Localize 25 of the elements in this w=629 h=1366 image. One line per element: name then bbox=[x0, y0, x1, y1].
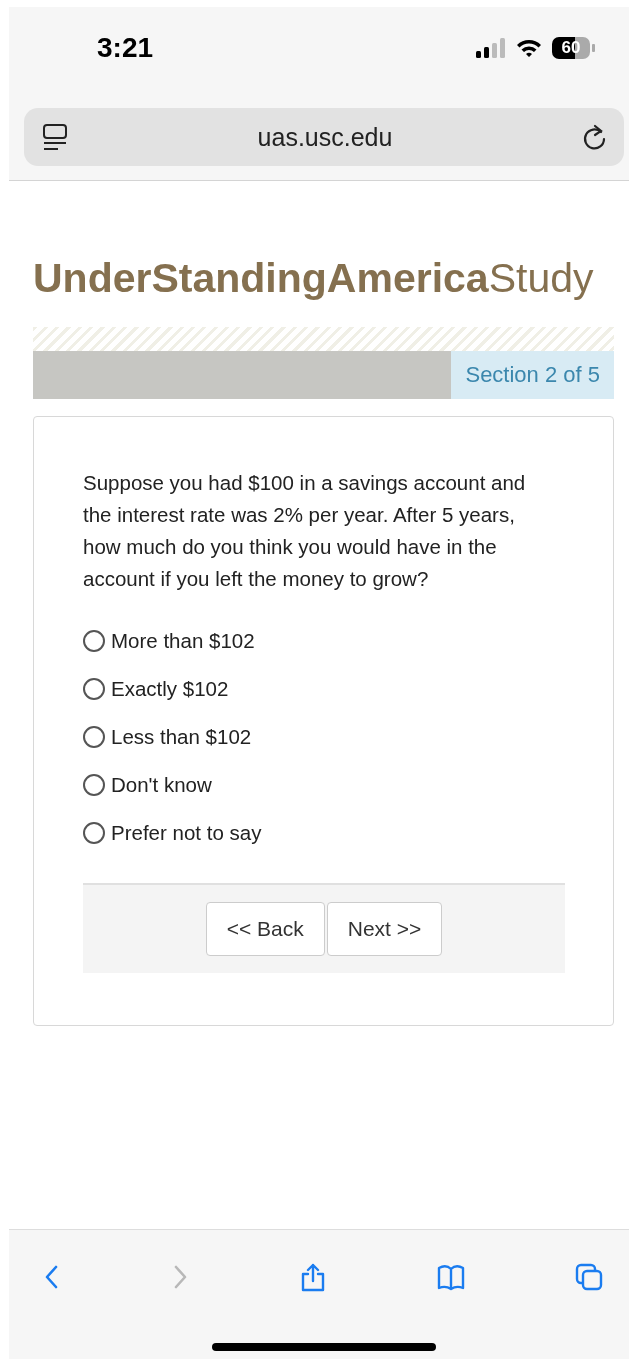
radio-button[interactable] bbox=[83, 774, 105, 796]
tabs-icon[interactable] bbox=[575, 1263, 603, 1291]
address-bar[interactable]: uas.usc.edu bbox=[24, 108, 624, 166]
option-label[interactable]: More than $102 bbox=[111, 629, 255, 653]
next-button[interactable]: Next >> bbox=[326, 902, 443, 956]
radio-button[interactable] bbox=[83, 678, 105, 700]
option-label[interactable]: Prefer not to say bbox=[111, 821, 262, 845]
book-icon[interactable] bbox=[437, 1263, 465, 1291]
option-label[interactable]: Less than $102 bbox=[111, 725, 252, 749]
reload-icon[interactable] bbox=[582, 123, 608, 151]
radio-button[interactable] bbox=[83, 630, 105, 652]
signal-icon bbox=[476, 38, 506, 58]
site-logo[interactable]: UnderStandingAmericaStudy bbox=[33, 251, 594, 305]
radio-button[interactable] bbox=[83, 822, 105, 844]
option-label[interactable]: Exactly $102 bbox=[111, 677, 229, 701]
page-menu-icon[interactable] bbox=[42, 123, 68, 151]
option-label[interactable]: Don't know bbox=[111, 773, 212, 797]
wifi-icon bbox=[516, 38, 542, 58]
share-icon[interactable] bbox=[299, 1262, 327, 1292]
url-text: uas.usc.edu bbox=[256, 122, 394, 152]
question-text: Suppose you had $100 in a savings account and the interest rate was 2% per year. After 5 years, how much do you think you would have in the account if you left the money to grow? bbox=[83, 470, 527, 592]
status-time: 3:21 bbox=[97, 32, 154, 64]
battery-cap-icon bbox=[592, 44, 595, 52]
back-button[interactable]: << Back bbox=[205, 902, 325, 956]
radio-button[interactable] bbox=[83, 726, 105, 748]
